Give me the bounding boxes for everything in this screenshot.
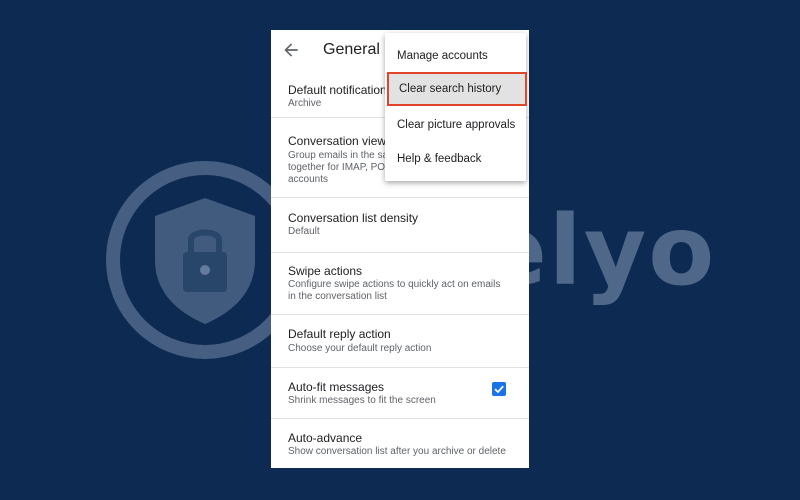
setting-subtitle: Choose your default reply action: [288, 343, 432, 354]
setting-title: Auto-advance: [288, 431, 363, 445]
arrow-back-icon[interactable]: [281, 40, 301, 60]
setting-title: Conversation list density: [288, 211, 419, 225]
setting-conversation-list-density[interactable]: Conversation list density Default: [271, 198, 529, 253]
menu-item-manage-accounts[interactable]: Manage accounts: [385, 39, 526, 73]
setting-subtitle: Shrink messages to fit the screen: [288, 395, 436, 406]
setting-swipe-actions[interactable]: Swipe actions Configure swipe actions to…: [271, 253, 529, 315]
setting-subtitle: Configure swipe actions to quickly act o…: [288, 279, 501, 302]
setting-subtitle: Show conversation list after you archive…: [288, 446, 506, 457]
menu-item-clear-search-history[interactable]: Clear search history: [387, 72, 527, 106]
setting-default-reply-action[interactable]: Default reply action Choose your default…: [271, 315, 529, 368]
auto-fit-checkbox[interactable]: [492, 382, 506, 396]
setting-title: Auto-fit messages: [288, 380, 385, 394]
menu-item-clear-picture-approvals[interactable]: Clear picture approvals: [385, 108, 526, 142]
setting-title: Swipe actions: [288, 264, 363, 278]
menu-item-help-feedback[interactable]: Help & feedback: [385, 142, 526, 176]
setting-title: Default reply action: [288, 327, 391, 341]
setting-auto-fit-messages[interactable]: Auto-fit messages Shrink messages to fit…: [271, 368, 529, 419]
overflow-menu: Manage accounts Clear search history Cle…: [385, 33, 527, 181]
setting-auto-advance[interactable]: Auto-advance Show conversation list afte…: [271, 419, 529, 468]
setting-title: Default notification: [288, 83, 387, 97]
setting-subtitle: Default: [288, 226, 320, 237]
checkbox-checked-icon: [494, 385, 504, 394]
setting-title: Conversation view: [288, 134, 387, 148]
